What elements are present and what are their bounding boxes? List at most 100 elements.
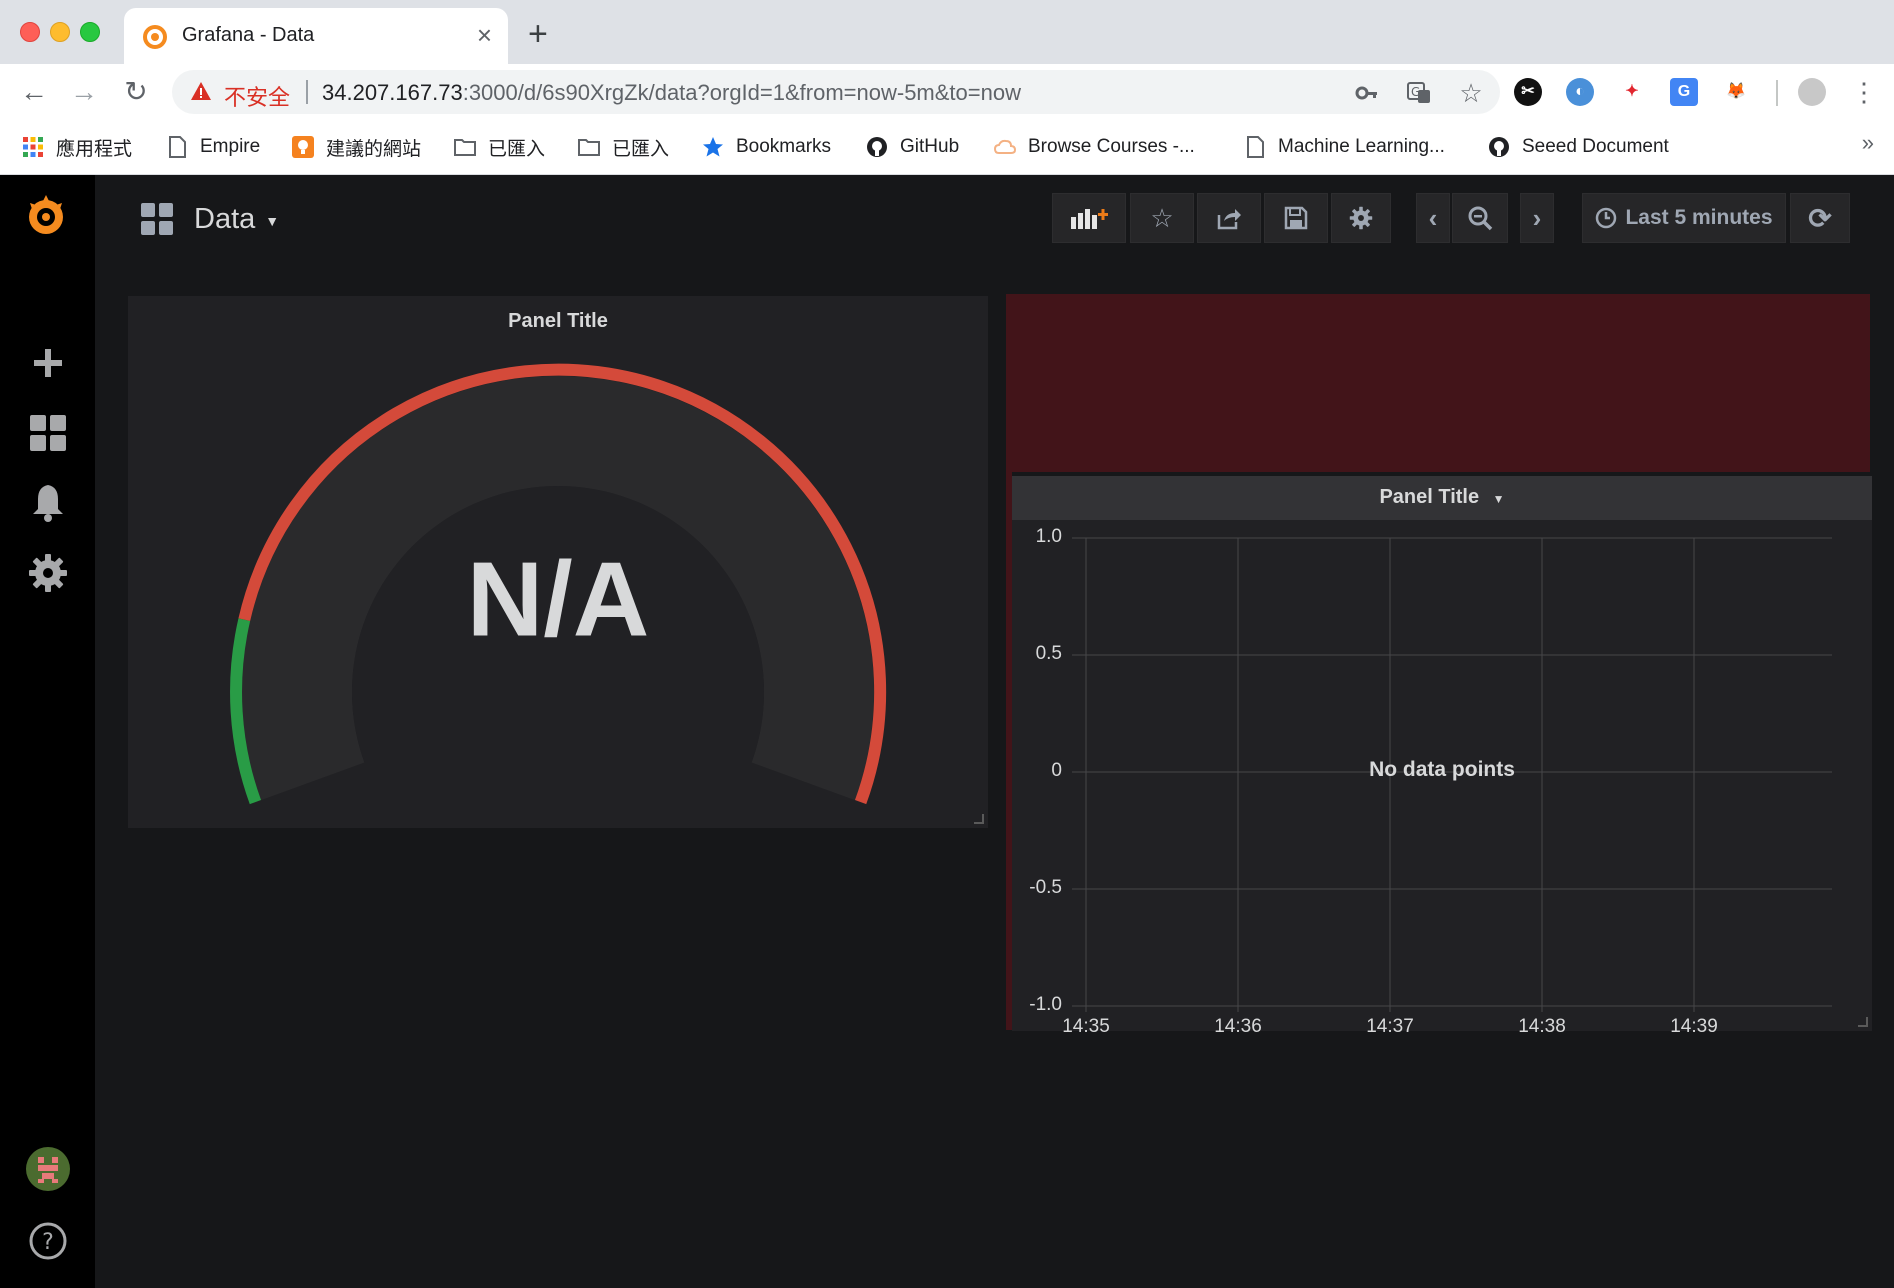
bookmark-label: 應用程式 (56, 138, 133, 160)
bookmark-item[interactable]: GitHub (866, 132, 959, 162)
x-tick-label: 14:38 (1518, 1016, 1566, 1037)
bookmark-item[interactable]: 應用程式 (22, 132, 132, 162)
refresh-button[interactable]: ⟳ (1790, 193, 1850, 243)
bookmark-item[interactable]: 已匯入 (454, 132, 545, 162)
cloud-icon (994, 139, 1016, 154)
bookmark-label: Empire (200, 136, 261, 157)
url-path: :3000/d/6s90XrgZk/data?orgId=1&from=now-… (462, 80, 1021, 105)
dashboard-settings-button[interactable] (1331, 193, 1391, 243)
browser-tab[interactable]: Grafana - Data × (124, 8, 508, 64)
time-range-label: Last 5 minutes (1625, 206, 1773, 229)
page-icon (1247, 136, 1264, 158)
bookmark-item[interactable]: Empire (166, 132, 260, 162)
zoom-out-button[interactable] (1452, 193, 1508, 243)
gauge-panel[interactable]: Panel Title N/A (128, 296, 988, 828)
add-panel-button[interactable] (1052, 193, 1126, 243)
create-plus-icon[interactable] (26, 341, 70, 385)
url-text[interactable]: 34.207.167.73:3000/d/6s90XrgZk/data?orgI… (322, 80, 1021, 106)
github-icon (867, 137, 887, 157)
address-bar[interactable]: 不安全 34.207.167.73:3000/d/6s90XrgZk/data?… (172, 70, 1500, 114)
omnibox-divider (306, 80, 308, 104)
bookmark-item[interactable]: Machine Learning... (1244, 132, 1445, 162)
save-icon (1284, 206, 1308, 230)
reload-button[interactable]: ↻ (118, 74, 154, 110)
window-zoom-button[interactable] (80, 22, 100, 42)
back-button[interactable]: ← (16, 74, 52, 110)
window-close-button[interactable] (20, 22, 40, 42)
refresh-icon: ⟳ (1808, 202, 1832, 234)
folder-icon (578, 139, 600, 156)
graph-panel[interactable]: Panel Title ▼ 1.0 0.5 0 -0.5 -1.0 14:35 14:36… (1012, 476, 1872, 1037)
profile-avatar[interactable] (1798, 78, 1826, 106)
bookmarks-overflow-button[interactable]: » (1862, 130, 1874, 156)
tab-title: Grafana - Data (182, 24, 315, 46)
grafana-logo-icon[interactable] (22, 191, 70, 239)
alert-highlight-area (1006, 294, 1870, 472)
bookmark-label: Seeed Document (1522, 136, 1669, 157)
tab-close-icon[interactable]: × (477, 20, 492, 50)
dashboard-title: Data (194, 202, 256, 235)
extension-scissors-icon[interactable]: ✂ (1514, 78, 1542, 106)
key-icon[interactable] (1354, 80, 1380, 106)
translate-icon[interactable]: G (1406, 80, 1432, 106)
extension-leaf-icon[interactable]: ✦ (1618, 78, 1646, 106)
time-shift-back-button[interactable]: ‹ (1416, 193, 1450, 243)
forward-button[interactable]: → (66, 74, 102, 110)
y-tick-label: 0.5 (1035, 643, 1062, 664)
help-icon[interactable]: ? (26, 1219, 70, 1263)
configuration-gear-icon[interactable] (26, 551, 70, 595)
grafana-favicon-icon (143, 25, 167, 49)
clock-icon (1596, 207, 1617, 229)
bookmark-item[interactable]: Seeed Document (1488, 132, 1669, 162)
panel-resize-handle[interactable] (1858, 1017, 1868, 1027)
extension-metamask-icon[interactable]: 🦊 (1722, 78, 1750, 106)
panel-resize-handle[interactable] (974, 814, 984, 824)
bookmark-item[interactable]: 已匯入 (578, 132, 669, 162)
side-menu: ? (0, 175, 95, 1288)
bookmark-item[interactable]: Bookmarks (702, 132, 831, 162)
bookmark-label: Browse Courses -... (1028, 136, 1195, 157)
time-shift-forward-button[interactable]: › (1520, 193, 1554, 243)
gear-icon (1349, 206, 1373, 230)
star-dashboard-button[interactable]: ☆ (1130, 193, 1194, 243)
bookmark-label: Bookmarks (736, 136, 832, 157)
bookmarks-bar: 應用程式 Empire 建議的網站 已匯入 已匯入 Bookmarks GitH… (0, 120, 1894, 175)
graph-plot-area[interactable] (1012, 476, 1872, 1031)
dashboard-grid-icon (141, 203, 173, 235)
x-tick-label: 14:37 (1366, 1016, 1414, 1037)
zoom-out-icon (1468, 206, 1493, 231)
toolbar-divider (1776, 80, 1778, 106)
gauge-value: N/A (466, 540, 650, 659)
security-label[interactable]: 不安全 (224, 80, 290, 112)
bookmark-item[interactable]: 建議的網站 (292, 132, 421, 162)
share-icon (1217, 209, 1241, 230)
extension-google-translate-icon[interactable]: G (1670, 78, 1698, 106)
dashboards-icon[interactable] (26, 411, 70, 455)
y-tick-label: -1.0 (1029, 994, 1062, 1015)
star-icon: ☆ (1150, 202, 1174, 233)
dashboard-picker[interactable]: Data ▼ (140, 197, 279, 241)
url-host: 34.207.167.73 (322, 80, 463, 105)
alerting-bell-icon[interactable] (26, 481, 70, 525)
window-minimize-button[interactable] (50, 22, 70, 42)
user-avatar[interactable] (26, 1147, 70, 1191)
bookmark-label: 已匯入 (612, 138, 670, 160)
browser-toolbar: ← → ↻ 不安全 34.207.167.73:3000/d/6s90XrgZk… (0, 64, 1894, 120)
no-data-message: No data points (1369, 758, 1515, 781)
save-dashboard-button[interactable] (1264, 193, 1328, 243)
y-tick-label: 1.0 (1035, 526, 1062, 547)
bookmark-item[interactable]: Browse Courses -... (994, 132, 1195, 162)
x-tick-label: 14:35 (1062, 1016, 1110, 1037)
x-tick-label: 14:36 (1214, 1016, 1262, 1037)
folder-icon (454, 139, 476, 156)
page-icon (169, 136, 186, 158)
browser-menu-icon[interactable]: ⋮ (1846, 74, 1882, 110)
svg-text:?: ? (42, 1230, 54, 1255)
extension-circle-icon[interactable]: ◐ (1566, 78, 1594, 106)
new-tab-button[interactable]: + (528, 14, 548, 54)
share-dashboard-button[interactable] (1197, 193, 1261, 243)
bulb-icon (292, 136, 314, 158)
x-tick-label: 14:39 (1670, 1016, 1718, 1037)
bookmark-star-icon[interactable]: ☆ (1458, 80, 1484, 106)
time-picker-button[interactable]: Last 5 minutes (1582, 193, 1786, 243)
